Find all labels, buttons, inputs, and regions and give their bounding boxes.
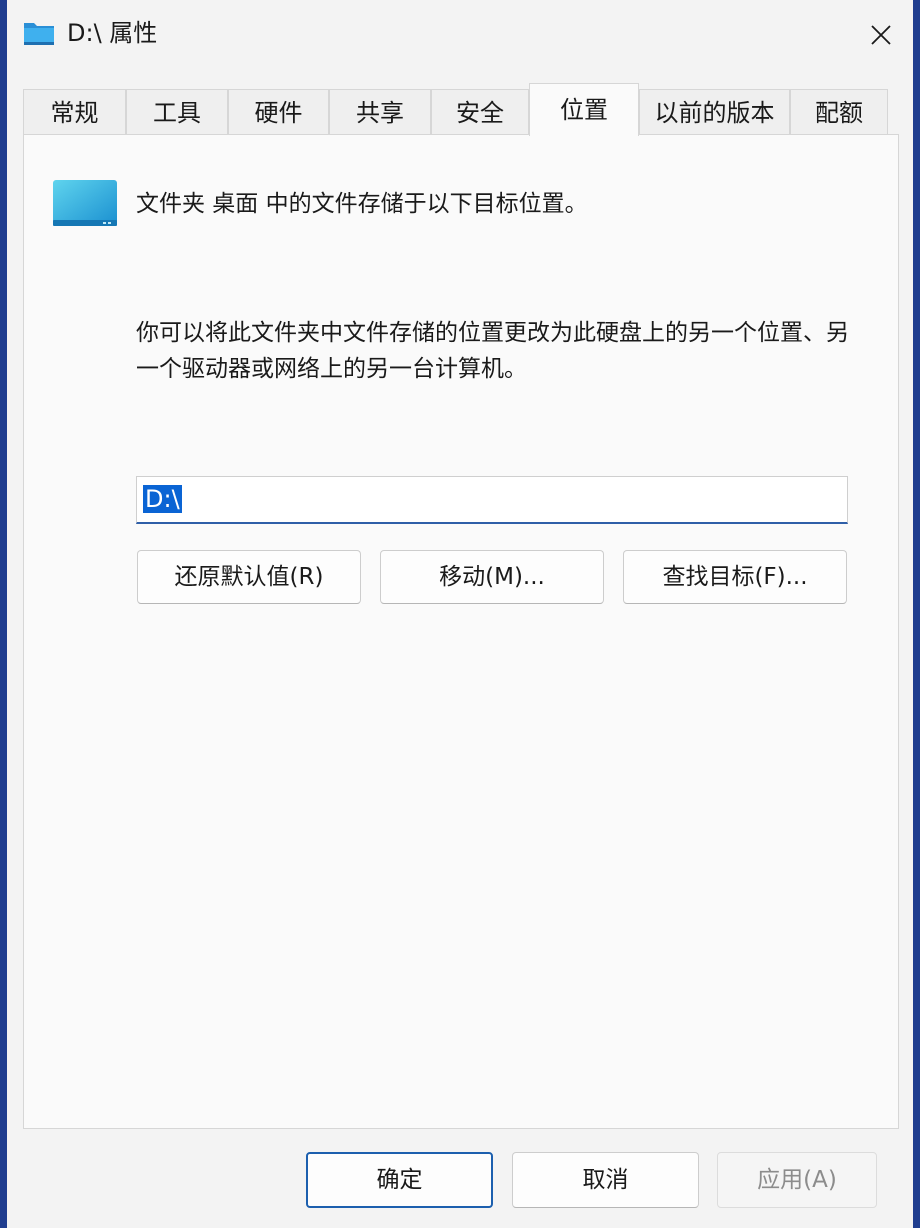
- cancel-button[interactable]: 取消: [512, 1152, 699, 1208]
- location-tab-panel: 文件夹 桌面 中的文件存储于以下目标位置。 你可以将此文件夹中文件存储的位置更改…: [23, 134, 899, 1129]
- tab-general[interactable]: 常规: [23, 89, 126, 135]
- folder-icon: [53, 180, 117, 226]
- title-bar: D:\ 属性: [7, 0, 913, 70]
- close-button[interactable]: [849, 0, 913, 70]
- tab-tools[interactable]: 工具: [126, 89, 228, 135]
- tab-sharing[interactable]: 共享: [329, 89, 431, 135]
- window-title: D:\ 属性: [67, 19, 158, 47]
- location-description: 你可以将此文件夹中文件存储的位置更改为此硬盘上的另一个位置、另一个驱动器或网络上…: [136, 320, 849, 382]
- tab-previous-versions[interactable]: 以前的版本: [639, 89, 790, 135]
- path-input[interactable]: D:\: [136, 476, 848, 524]
- restore-default-button[interactable]: 还原默认值(R): [137, 550, 361, 604]
- close-icon: [871, 25, 891, 45]
- tab-security[interactable]: 安全: [431, 89, 529, 135]
- path-value: D:\: [143, 485, 182, 513]
- apply-button[interactable]: 应用(A): [717, 1152, 877, 1208]
- tab-quota[interactable]: 配额: [790, 89, 888, 135]
- tab-strip: 常规 工具 硬件 共享 安全 位置 以前的版本 配额: [23, 83, 903, 136]
- tab-hardware[interactable]: 硬件: [228, 89, 329, 135]
- move-button[interactable]: 移动(M)...: [380, 550, 604, 604]
- ok-button[interactable]: 确定: [306, 1152, 493, 1208]
- find-target-button[interactable]: 查找目标(F)...: [623, 550, 847, 604]
- location-heading: 文件夹 桌面 中的文件存储于以下目标位置。: [136, 191, 588, 217]
- tab-location[interactable]: 位置: [529, 83, 639, 136]
- drive-folder-icon: [24, 23, 54, 45]
- properties-window: D:\ 属性 常规 工具 硬件 共享 安全 位置 以前的版本 配额 文件夹 桌面…: [7, 0, 913, 1228]
